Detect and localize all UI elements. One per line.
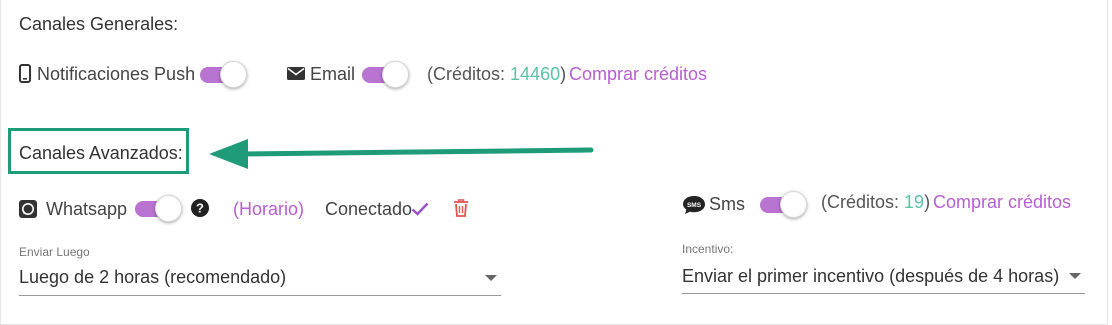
sms-label: Sms [709,194,745,214]
general-channels-title: Canales Generales: [19,14,179,34]
svg-text:?: ? [196,201,204,216]
email-credits: (Créditos: 14460) [427,64,566,85]
email-label: Email [310,64,356,84]
connected-status: Conectado [325,199,413,219]
select-underline [19,295,501,296]
schedule-link[interactable]: (Horario) [233,199,304,220]
toggle-knob [155,195,182,222]
sms-toggle[interactable] [760,191,807,218]
sms-credits: (Créditos: 19) [821,192,930,213]
caret-down-icon [485,275,497,281]
incentive-value: Enviar el primer incentivo (después de 4… [682,266,1060,286]
buy-credits-link[interactable]: Comprar créditos [569,64,707,85]
envelope-icon [287,67,305,85]
incentive-select[interactable]: Enviar el primer incentivo (después de 4… [682,258,1085,294]
credits-prefix: (Créditos: [821,192,905,212]
whatsapp-toggle[interactable] [135,195,182,222]
credits-prefix: (Créditos: [427,64,511,84]
toggle-knob [780,191,807,218]
advanced-channels-title: Canales Avanzados: [19,143,183,163]
phone-icon [19,64,31,88]
caret-down-icon [1069,273,1081,279]
svg-text:SMS: SMS [687,202,702,209]
channels-panel: Canales Generales: Notificaciones Push E… [0,0,1108,325]
incentive-label: Incentivo: [682,242,734,256]
email-toggle[interactable] [362,61,409,88]
send-after-value: Luego de 2 horas (recomendado) [19,267,287,287]
annotation-arrow-icon [209,139,594,169]
send-after-label: Enviar Luego [19,245,90,259]
push-notifications-toggle[interactable] [200,61,247,88]
checkmark-icon [411,202,429,221]
credits-value: 19 [904,192,925,212]
whatsapp-label: Whatsapp [46,199,128,219]
send-after-select[interactable]: Luego de 2 horas (recomendado) [19,262,501,296]
push-notifications-label: Notificaciones Push [37,64,196,84]
credits-suffix: ) [924,192,931,212]
sms-icon: SMS [682,195,706,220]
trash-icon[interactable] [453,198,469,222]
credits-suffix: ) [560,64,567,84]
credits-value: 14460 [510,64,561,84]
help-icon[interactable]: ? [191,199,209,222]
whatsapp-icon [19,200,37,223]
sms-buy-credits-link[interactable]: Comprar créditos [933,192,1071,213]
toggle-knob [382,61,409,88]
select-underline [682,293,1085,294]
toggle-knob [220,61,247,88]
